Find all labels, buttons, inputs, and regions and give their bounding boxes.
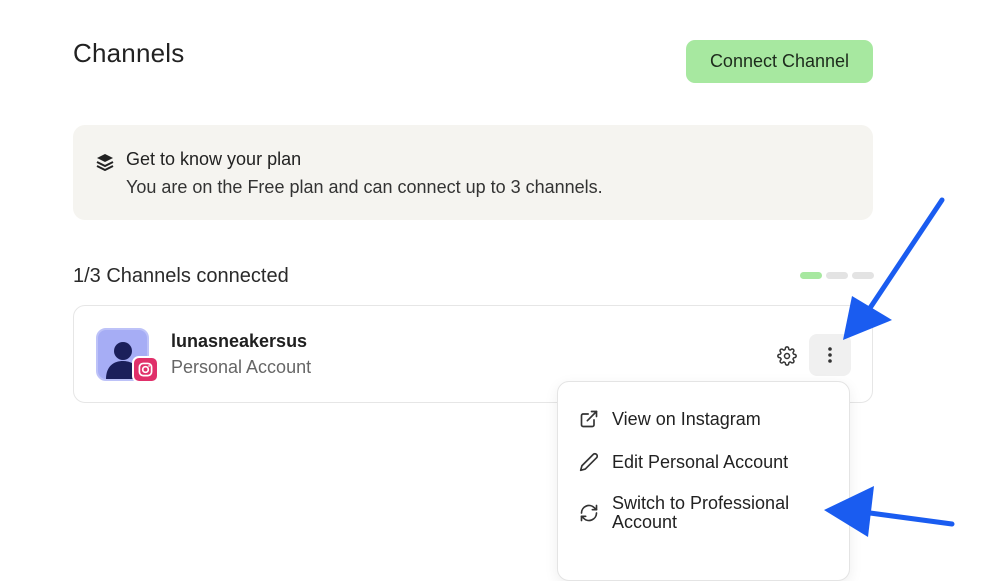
menu-item-switch-to-professional[interactable]: Switch to Professional Account: [578, 494, 832, 532]
pencil-icon: [578, 451, 600, 473]
more-vertical-icon: [828, 347, 832, 363]
progress-segment: [852, 272, 874, 279]
more-options-button[interactable]: [809, 334, 851, 376]
channels-connected-count: 1/3 Channels connected: [73, 265, 289, 287]
menu-item-edit-personal-account[interactable]: Edit Personal Account: [578, 451, 788, 473]
gear-icon[interactable]: [774, 343, 800, 369]
refresh-icon: [578, 502, 600, 524]
menu-item-label: Edit Personal Account: [612, 451, 789, 472]
page-title: Channels: [73, 38, 185, 68]
layers-icon: [95, 152, 115, 172]
plan-description: You are on the Free plan and can connect…: [126, 177, 603, 197]
external-link-icon: [578, 408, 600, 430]
plan-title: Get to know your plan: [126, 149, 302, 169]
menu-item-label: Switch to Professional Account: [612, 493, 790, 532]
instagram-icon: [132, 356, 159, 383]
plan-info-box: Get to know your plan You are on the Fre…: [73, 125, 873, 220]
connect-channel-button[interactable]: Connect Channel: [686, 40, 873, 83]
progress-segment: [826, 272, 848, 279]
menu-item-view-on-instagram[interactable]: View on Instagram: [578, 408, 761, 430]
menu-item-label: View on Instagram: [612, 408, 761, 429]
channel-name: lunasneakersus: [171, 331, 308, 351]
channel-limit-progress: [800, 272, 874, 279]
channel-account-type: Personal Account: [171, 357, 312, 377]
progress-segment: [800, 272, 822, 279]
channel-options-menu: View on Instagram Edit Personal Account …: [557, 381, 850, 581]
